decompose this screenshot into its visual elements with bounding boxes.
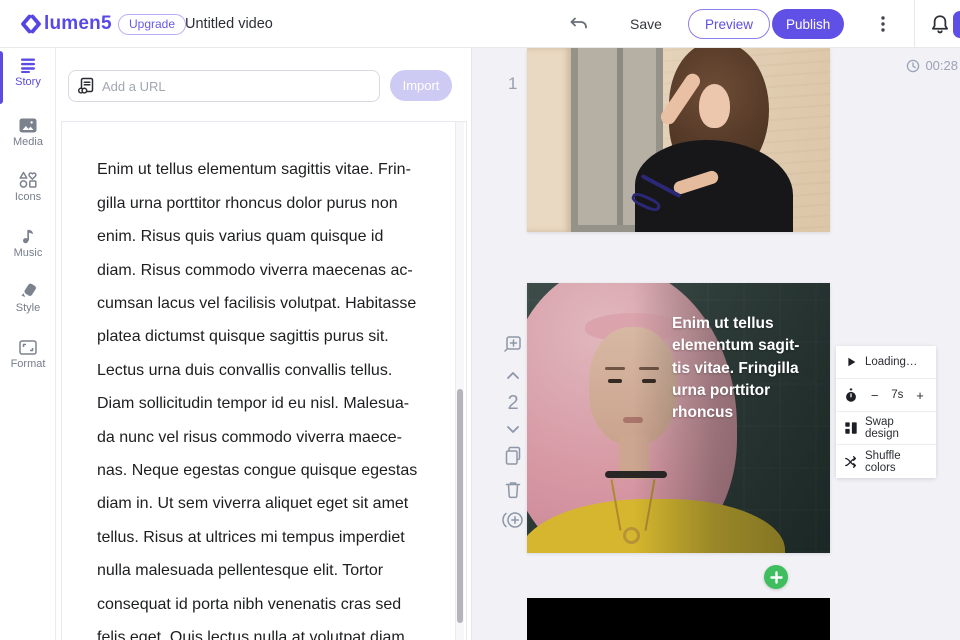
story-text-line[interactable]: tellus. Risus at ultrices mi tempus impe…	[97, 521, 460, 554]
move-scene-up-icon[interactable]	[506, 371, 520, 380]
overlay-text-line: tis vitae. Fringilla	[672, 359, 799, 377]
scene1-number: 1	[508, 74, 518, 93]
add-scene-button[interactable]	[764, 565, 788, 589]
overlay-text-line: rhoncus	[672, 404, 734, 422]
account-avatar[interactable]	[953, 11, 960, 38]
scene2-overlay-text[interactable]: Enim ut tellus elementum sagit-tis vitae.…	[672, 313, 824, 424]
preview-button[interactable]: Preview	[688, 9, 771, 39]
upgrade-button[interactable]: Upgrade	[118, 14, 187, 35]
duration-text: 00:28	[925, 58, 958, 73]
story-text-line[interactable]: diam in. Ut sem viverra aliquet eget sit…	[97, 487, 460, 520]
swap-design-label: Swap design	[865, 416, 899, 440]
import-button[interactable]: Import	[390, 70, 452, 101]
story-text-editor[interactable]: tempus quam pellentesque nec nam aliquam…	[61, 121, 467, 640]
swap-design-row[interactable]: Swap design	[836, 412, 936, 445]
story-text-line[interactable]: platea dictumst quisque sagittis purus s…	[97, 320, 460, 353]
scrollbar-thumb[interactable]	[457, 389, 463, 623]
duplicate-scene-icon[interactable]	[503, 446, 523, 468]
story-text-line[interactable]: diam. Risus commodo viverra maecenas ac-	[97, 254, 460, 287]
shuffle-colors-label: Shuffle colors	[865, 449, 901, 474]
stopwatch-icon	[844, 388, 858, 403]
story-text-line-clipped: tempus quam pellentesque nec nam aliquam…	[97, 122, 460, 126]
panel-scrollbar	[455, 122, 464, 640]
duration-minus-button[interactable]: −	[869, 388, 881, 403]
url-input-wrapper	[68, 70, 380, 102]
lumen5-logo-icon[interactable]	[20, 13, 42, 35]
sidebar-item-style[interactable]: Style	[0, 283, 56, 314]
sidebar-label: Icons	[14, 191, 42, 203]
scene-workspace: 00:28 1 2 Enim ut tellus elementum sagit…	[472, 48, 960, 640]
duration-value: 7s	[891, 389, 904, 401]
sidebar-label: Format	[10, 358, 46, 370]
video-duration: 00:28	[906, 58, 958, 73]
scene-duration-row: − 7s +	[836, 379, 936, 412]
story-text-line[interactable]: consequat id porta nibh venenatis cras s…	[97, 588, 460, 621]
project-title[interactable]: Untitled video	[185, 0, 273, 48]
scene1-card[interactable]	[527, 48, 830, 232]
app-header: lumen5 Upgrade Untitled video Save Previ…	[0, 0, 960, 48]
lumen5-editor: lumen5 Upgrade Untitled video Save Previ…	[0, 0, 960, 640]
sidebar-label: Media	[13, 136, 43, 148]
sidebar-label: Style	[15, 302, 41, 314]
preview-scene-icon[interactable]	[504, 335, 522, 353]
story-text-line[interactable]: Enim ut tellus elementum sagittis vitae.…	[97, 153, 460, 186]
story-text-line[interactable]: cumsan lacus vel facilisis volutpat. Hab…	[97, 287, 460, 320]
shuffle-icon	[844, 455, 858, 469]
header-divider	[914, 0, 915, 48]
scene-action-menu: Loading… − 7s + Swap design Shuffle colo…	[836, 346, 936, 478]
sidebar-item-media[interactable]: Media	[0, 118, 56, 148]
woman-face	[699, 84, 730, 128]
url-input[interactable]	[102, 78, 371, 94]
story-text-line[interactable]: enim. Risus quis varius quam quisque id	[97, 220, 460, 253]
more-options-icon[interactable]	[874, 14, 892, 34]
story-text-line[interactable]: Diam sollicitudin tempor id eu nisl. Mal…	[97, 387, 460, 420]
scene2-number: 2	[507, 392, 519, 414]
publish-button[interactable]: Publish	[772, 9, 845, 39]
move-scene-down-icon[interactable]	[506, 425, 520, 434]
sidebar-label: Music	[13, 247, 43, 259]
shuffle-colors-row[interactable]: Shuffle colors	[836, 445, 936, 478]
arch-pillar	[527, 48, 571, 232]
window-mullion	[617, 48, 623, 225]
play-icon	[844, 355, 858, 369]
story-text-line[interactable]: da nunc vel risus commodo viverra maece-	[97, 421, 460, 454]
duration-plus-button[interactable]: +	[914, 388, 926, 403]
media-status-row[interactable]: Loading…	[836, 346, 936, 379]
loading-label: Loading…	[865, 356, 918, 368]
scene3-card[interactable]	[527, 598, 830, 640]
document-link-icon	[77, 77, 95, 95]
story-text-lines: Enim ut tellus elementum sagittis vitae.…	[97, 153, 460, 640]
sidebar-label: Story	[15, 76, 41, 88]
sidebar-item-music[interactable]: Music	[0, 228, 56, 259]
overlay-text-line: urna porttitor	[672, 381, 771, 399]
delete-scene-icon[interactable]	[504, 480, 522, 499]
overlay-text-line: Enim ut tellus	[672, 315, 774, 332]
nav-rail: Story Media Icons Music Style Format	[0, 48, 56, 640]
story-text-line[interactable]: nulla malesuada pellentesque elit. Torto…	[97, 554, 460, 587]
story-text-line[interactable]: nas. Neque egestas congue quisque egesta…	[97, 454, 460, 487]
notifications-bell-icon[interactable]	[930, 14, 950, 34]
clock-icon	[906, 59, 920, 73]
story-text-line[interactable]: felis eget. Quis lectus nulla at volutpa…	[97, 621, 460, 640]
story-text-line[interactable]: gilla urna porttitor rhoncus dolor purus…	[97, 187, 460, 220]
layout-grid-icon	[844, 421, 858, 435]
overlay-text-line: elementum sagit-	[672, 337, 800, 355]
sidebar-item-format[interactable]: Format	[0, 340, 56, 370]
sidebar-item-icons[interactable]: Icons	[0, 171, 56, 203]
scene2-card[interactable]: Enim ut tellus elementum sagit-tis vitae.…	[527, 283, 830, 553]
save-button[interactable]: Save	[630, 0, 662, 48]
sidebar-item-story[interactable]: Story	[0, 58, 56, 88]
scene-transition-icon[interactable]	[501, 509, 525, 531]
story-panel: Import tempus quam pellentesque nec nam …	[56, 48, 472, 640]
logo-wordmark[interactable]: lumen5	[44, 0, 112, 48]
scene2-toolbar: 2	[497, 335, 529, 531]
undo-icon[interactable]	[568, 15, 590, 33]
story-text-line[interactable]: Lectus urna duis convallis convallis tel…	[97, 354, 460, 387]
